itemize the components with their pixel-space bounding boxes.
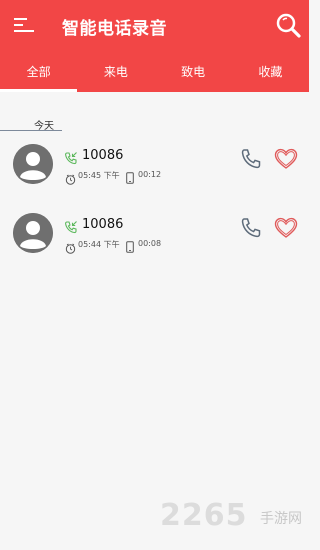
- call-duration: 00:12: [138, 170, 162, 179]
- app-title: 智能电话录音: [62, 19, 167, 39]
- avatar: [13, 213, 53, 253]
- incoming-call-icon: [64, 219, 78, 234]
- call-list-item[interactable]: 10086 05:45 下午 00:12: [0, 144, 309, 204]
- tab-incoming[interactable]: 来电: [77, 52, 154, 92]
- dial-icon[interactable]: [240, 217, 262, 239]
- app-bar: 智能电话录音: [0, 0, 309, 52]
- tab-all[interactable]: 全部: [0, 52, 78, 92]
- watermark: 2265 手游网: [160, 496, 308, 536]
- menu-icon[interactable]: [12, 14, 36, 36]
- dial-icon[interactable]: [240, 148, 262, 170]
- clock-icon: [65, 239, 76, 254]
- call-list-item[interactable]: 10086 05:44 下午 00:08: [0, 213, 309, 273]
- section-divider: [0, 130, 62, 131]
- call-time: 05:44 下午: [78, 240, 120, 249]
- caller-number: 10086: [82, 217, 124, 232]
- tab-outgoing[interactable]: 致电: [155, 52, 232, 92]
- search-icon[interactable]: [275, 12, 301, 38]
- call-time: 05:45 下午: [78, 171, 120, 180]
- heart-icon[interactable]: [274, 217, 298, 239]
- tab-favorites[interactable]: 收藏: [232, 52, 309, 92]
- watermark-text: 手游网: [260, 511, 302, 527]
- watermark-number: 2265: [160, 498, 248, 533]
- avatar: [13, 144, 53, 184]
- caller-number: 10086: [82, 148, 124, 163]
- duration-phone-icon: [126, 238, 134, 253]
- incoming-call-icon: [64, 150, 78, 165]
- heart-icon[interactable]: [274, 148, 298, 170]
- call-duration: 00:08: [138, 239, 162, 248]
- clock-icon: [65, 170, 76, 185]
- duration-phone-icon: [126, 169, 134, 184]
- tab-bar: 全部 来电 致电 收藏: [0, 52, 309, 92]
- app-header: 智能电话录音 全部 来电 致电 收藏: [0, 0, 309, 92]
